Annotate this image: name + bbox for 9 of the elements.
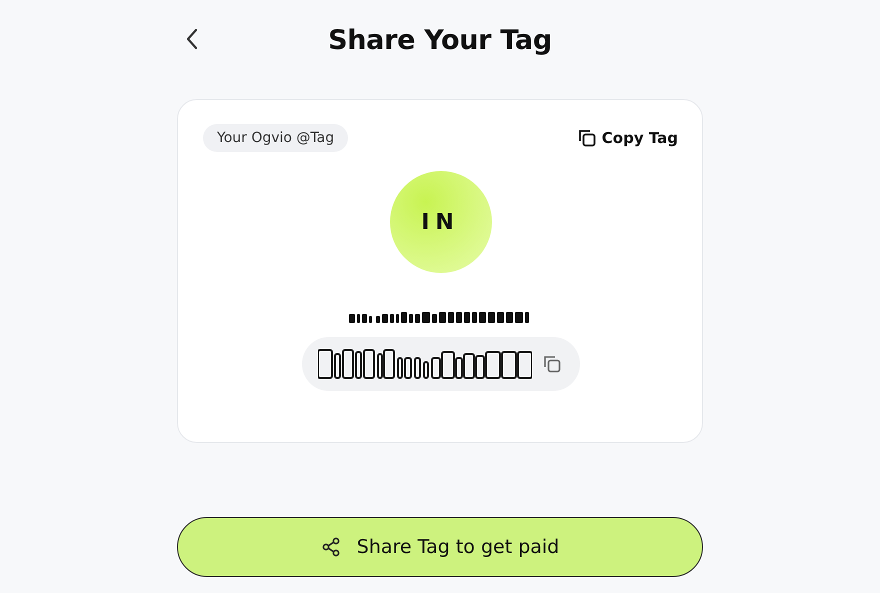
avatar: IN [390, 171, 492, 273]
copy-icon [576, 128, 597, 148]
share-icon [320, 537, 341, 557]
copy-icon[interactable] [542, 354, 562, 374]
tag-label: Your Ogvio @Tag [203, 124, 348, 152]
copy-tag-button[interactable]: Copy Tag [576, 128, 678, 148]
chevron-left-icon [185, 28, 199, 50]
page-title: Share Your Tag [328, 24, 552, 56]
share-button[interactable]: Share Tag to get paid [177, 517, 703, 577]
